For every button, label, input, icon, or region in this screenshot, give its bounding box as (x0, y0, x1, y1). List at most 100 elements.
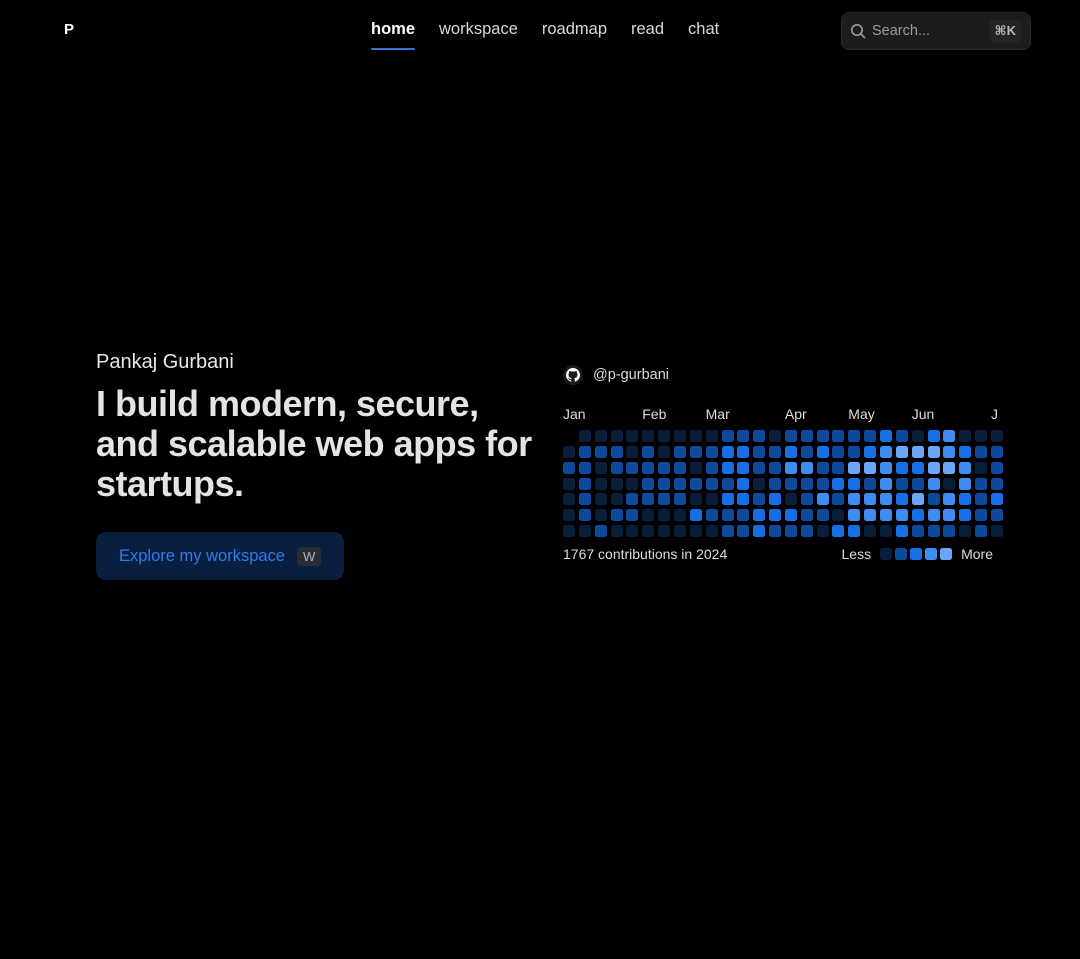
contribution-cell[interactable] (673, 430, 686, 442)
contribution-cell[interactable] (594, 493, 607, 506)
contribution-cell[interactable] (975, 445, 988, 458)
contribution-cell[interactable] (800, 525, 813, 538)
contribution-cell[interactable] (626, 461, 639, 474)
contribution-cell[interactable] (959, 525, 972, 538)
contribution-cell[interactable] (769, 477, 782, 490)
contribution-cell[interactable] (943, 509, 956, 522)
contribution-cell[interactable] (737, 461, 750, 474)
contribution-cell[interactable] (769, 430, 782, 442)
contribution-cell[interactable] (990, 445, 1003, 458)
contribution-cell[interactable] (864, 445, 877, 458)
contribution-cell[interactable] (848, 461, 861, 474)
contribution-cell[interactable] (943, 525, 956, 538)
contribution-cell[interactable] (943, 445, 956, 458)
contribution-cell[interactable] (689, 477, 702, 490)
contribution-cell[interactable] (753, 477, 766, 490)
contribution-cell[interactable] (895, 493, 908, 506)
contribution-cell[interactable] (753, 525, 766, 538)
contribution-cell[interactable] (673, 509, 686, 522)
contribution-cell[interactable] (943, 461, 956, 474)
contribution-cell[interactable] (563, 445, 575, 458)
contribution-cell[interactable] (642, 493, 655, 506)
contribution-cell[interactable] (610, 509, 623, 522)
contribution-cell[interactable] (800, 477, 813, 490)
contribution-cell[interactable] (578, 509, 591, 522)
nav-item-workspace[interactable]: workspace (439, 20, 518, 50)
contribution-cell[interactable] (895, 525, 908, 538)
contribution-cell[interactable] (721, 430, 734, 442)
contribution-cell[interactable] (864, 509, 877, 522)
contribution-cell[interactable] (895, 430, 908, 442)
contribution-cell[interactable] (737, 493, 750, 506)
contribution-cell[interactable] (911, 509, 924, 522)
contribution-cell[interactable] (769, 461, 782, 474)
contribution-cell[interactable] (673, 477, 686, 490)
contribution-cell[interactable] (880, 509, 892, 522)
contribution-cell[interactable] (721, 477, 734, 490)
contribution-cell[interactable] (594, 445, 607, 458)
contribution-cell[interactable] (832, 445, 845, 458)
contribution-cell[interactable] (737, 525, 750, 538)
contribution-cell[interactable] (705, 461, 718, 474)
contribution-cell[interactable] (927, 477, 940, 490)
contribution-cell[interactable] (563, 477, 575, 490)
contribution-cell[interactable] (959, 430, 972, 442)
contribution-cell[interactable] (610, 493, 623, 506)
contribution-cell[interactable] (864, 461, 877, 474)
contribution-cell[interactable] (626, 525, 639, 538)
contribution-cell[interactable] (563, 525, 575, 538)
contribution-cell[interactable] (911, 445, 924, 458)
contribution-cell[interactable] (832, 461, 845, 474)
contribution-cell[interactable] (578, 493, 591, 506)
contribution-cell[interactable] (705, 477, 718, 490)
contribution-cell[interactable] (959, 493, 972, 506)
contribution-cell[interactable] (816, 477, 829, 490)
contribution-cell[interactable] (943, 493, 956, 506)
contribution-cell[interactable] (895, 509, 908, 522)
contribution-cell[interactable] (610, 461, 623, 474)
contribution-cell[interactable] (784, 525, 797, 538)
contribution-cell[interactable] (610, 430, 623, 442)
contribution-cell[interactable] (848, 493, 861, 506)
contribution-cell[interactable] (578, 461, 591, 474)
contribution-cell[interactable] (927, 445, 940, 458)
contribution-cell[interactable] (975, 509, 988, 522)
contribution-cell[interactable] (610, 525, 623, 538)
contribution-cell[interactable] (911, 493, 924, 506)
contribution-cell[interactable] (673, 445, 686, 458)
contribution-cell[interactable] (784, 493, 797, 506)
contribution-cell[interactable] (737, 477, 750, 490)
contribution-cell[interactable] (769, 493, 782, 506)
contribution-cell[interactable] (721, 445, 734, 458)
contribution-cell[interactable] (784, 461, 797, 474)
contribution-cell[interactable] (975, 525, 988, 538)
contribution-cell[interactable] (816, 525, 829, 538)
contribution-cell[interactable] (737, 509, 750, 522)
contribution-cell[interactable] (990, 477, 1003, 490)
contribution-cell[interactable] (642, 477, 655, 490)
contribution-cell[interactable] (816, 461, 829, 474)
contribution-cell[interactable] (832, 477, 845, 490)
contribution-cell[interactable] (864, 430, 877, 442)
contribution-cell[interactable] (880, 525, 892, 538)
contribution-cell[interactable] (563, 509, 575, 522)
github-profile-link[interactable]: @p-gurbani (563, 364, 1003, 386)
contribution-cell[interactable] (848, 445, 861, 458)
contribution-cell[interactable] (642, 525, 655, 538)
search-button[interactable]: Search... ⌘K (841, 12, 1031, 50)
contribution-cell[interactable] (769, 525, 782, 538)
contribution-cell[interactable] (880, 430, 892, 442)
contribution-cell[interactable] (626, 430, 639, 442)
contribution-cell[interactable] (927, 430, 940, 442)
contribution-cell[interactable] (880, 461, 892, 474)
contribution-cell[interactable] (832, 509, 845, 522)
contribution-cell[interactable] (721, 525, 734, 538)
contribution-cell[interactable] (848, 509, 861, 522)
contribution-cell[interactable] (959, 445, 972, 458)
contribution-cell[interactable] (737, 445, 750, 458)
contribution-cell[interactable] (658, 509, 671, 522)
contribution-cell[interactable] (753, 509, 766, 522)
contribution-cell[interactable] (911, 430, 924, 442)
contribution-cell[interactable] (610, 477, 623, 490)
contribution-cell[interactable] (959, 477, 972, 490)
